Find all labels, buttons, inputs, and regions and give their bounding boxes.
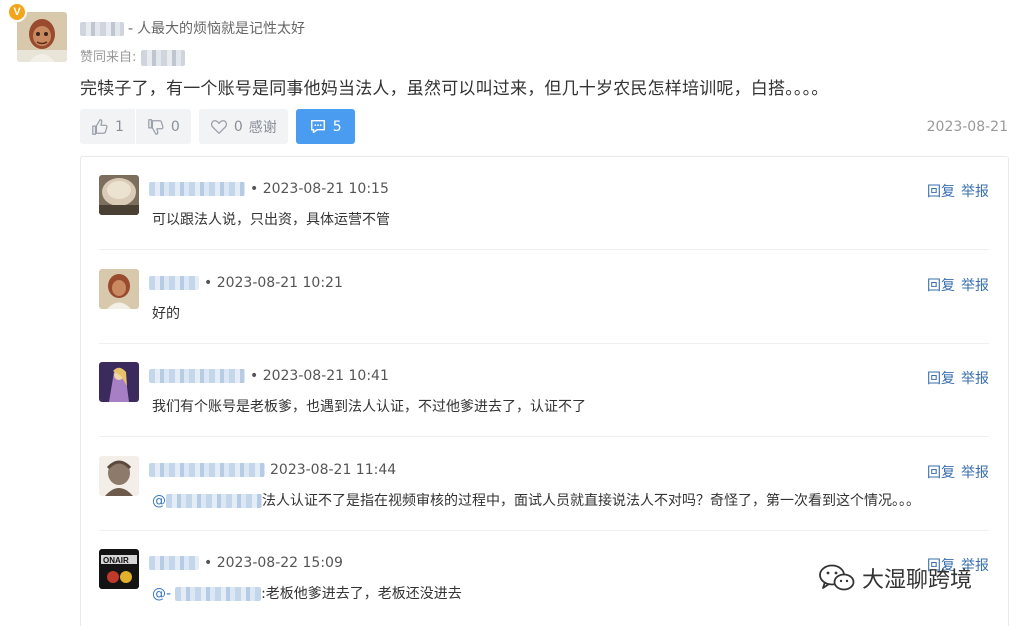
reply-ops: 回复 举报 [927,368,989,388]
post-date: 2023-08-21 [926,119,1008,135]
reply-author-redacted[interactable] [149,556,199,570]
reply-author-redacted[interactable] [149,182,245,196]
reply-timestamp: 2023-08-21 11:44 [270,462,397,478]
vote-group: 1 0 [80,109,191,144]
report-button[interactable]: 举报 [961,368,989,388]
thanks-button[interactable]: 0 感谢 [198,109,288,144]
reply-author-redacted[interactable] [149,369,245,383]
reply-head: • 2023-08-21 10:41 [149,368,389,384]
reply-button[interactable]: 回复 [927,368,955,388]
reply-ops: 回复 举报 [927,462,989,482]
reply-timestamp: • 2023-08-21 10:41 [250,368,389,384]
author-line: - 人最大的烦恼就是记性太好 [80,18,305,38]
author-name-redacted[interactable] [80,22,124,36]
reply-item: • 2023-08-21 10:41 我们有个账号是老板爹，也遇到法人认证，不过… [99,344,989,437]
reply-item: • 2023-08-21 10:21 好的 回复 举报 [99,251,989,344]
comments-button[interactable]: 5 [295,109,355,144]
reply-item: • 2023-08-21 10:15 可以跟法人说，只出资，具体运营不管 回复 … [99,157,989,250]
reply-item: 2023-08-21 11:44 @ 法人认证不了是指在视频审核的过程中，面试人员… [99,438,989,531]
avatar[interactable]: ONAIR [99,549,139,589]
thumbs-down-icon [148,118,164,135]
reply-button[interactable]: 回复 [927,462,955,482]
reply-timestamp: • 2023-08-22 15:09 [204,555,343,571]
reply-author-redacted[interactable] [149,276,199,290]
report-button[interactable]: 举报 [961,181,989,201]
dislike-button[interactable]: 0 [136,109,191,144]
reply-head: 2023-08-21 11:44 [149,462,396,478]
reply-head: • 2023-08-21 10:15 [149,181,389,197]
avatar[interactable] [99,456,139,496]
upvoted-by-label: 赞同来自: [80,50,137,65]
upvoted-by-line: 赞同来自: [80,46,185,66]
thumbs-up-icon [92,118,108,135]
reply-text: @- :老板他爹进去了，老板还没进去 [152,583,462,603]
verified-badge: V [7,2,27,22]
comment-bubble-icon [310,119,325,133]
upvoter-name-redacted[interactable] [140,49,185,66]
wechat-icon [819,564,855,591]
reply-button[interactable]: 回复 [927,275,955,295]
reply-list: • 2023-08-21 10:15 可以跟法人说，只出资，具体运营不管 回复 … [80,156,1009,626]
post-content: 完犊子了，有一个账号是同事他妈当法人，虽然可以叫过来，但几十岁农民怎样培训呢，白… [80,79,829,99]
mention-prefix[interactable]: @- [152,586,171,602]
mention-name-redacted[interactable] [166,494,262,508]
report-button[interactable]: 举报 [961,462,989,482]
heart-icon [210,119,227,134]
watermark-text: 大湿聊跨境 [862,568,973,593]
svg-text:ONAIR: ONAIR [103,556,129,565]
thanks-count: 0 [233,118,243,135]
thanks-label: 感谢 [248,119,277,136]
mention-name-redacted[interactable] [175,587,262,601]
watermark: 大湿聊跨境 [818,562,972,594]
reply-text: 我们有个账号是老板爹，也遇到法人认证，不过他爹进去了，认证不了 [152,399,586,415]
mention-prefix[interactable]: @ [152,493,166,509]
reply-body: :老板他爹进去了，老板还没进去 [261,586,462,602]
avatar[interactable] [17,12,67,62]
reply-button[interactable]: 回复 [927,181,955,201]
reply-timestamp: • 2023-08-21 10:15 [250,181,389,197]
author-separator: - [128,21,134,37]
reply-text: @ 法人认证不了是指在视频审核的过程中，面试人员就直接说法人不对吗？奇怪了，第一次… [152,490,920,510]
author-avatar-wrap[interactable]: V [7,2,67,64]
reply-ops: 回复 举报 [927,181,989,201]
like-button[interactable]: 1 [80,109,135,144]
reply-head: • 2023-08-21 10:21 [149,275,343,291]
reply-timestamp: • 2023-08-21 10:21 [204,275,343,291]
reply-author-redacted[interactable] [149,463,265,477]
avatar[interactable] [99,175,139,215]
reply-text: 可以跟法人说，只出资，具体运营不管 [152,212,390,228]
reply-head: • 2023-08-22 15:09 [149,555,343,571]
reply-text: 好的 [152,306,180,322]
comment-post: V - 人最大的烦恼就是记性太好 赞同来自: 完犊子了，有一个账号是同事他妈当法人… [0,0,1023,626]
dislike-count: 0 [170,118,180,135]
comment-count: 5 [332,118,342,135]
author-tagline: 人最大的烦恼就是记性太好 [137,21,306,37]
reply-ops: 回复 举报 [927,275,989,295]
avatar[interactable] [99,269,139,309]
avatar[interactable] [99,362,139,402]
report-button[interactable]: 举报 [961,275,989,295]
action-bar: 1 0 0 感谢 5 [80,109,355,144]
like-count: 1 [115,118,124,135]
reply-body: 法人认证不了是指在视频审核的过程中，面试人员就直接说法人不对吗？奇怪了，第一次看… [262,493,920,509]
